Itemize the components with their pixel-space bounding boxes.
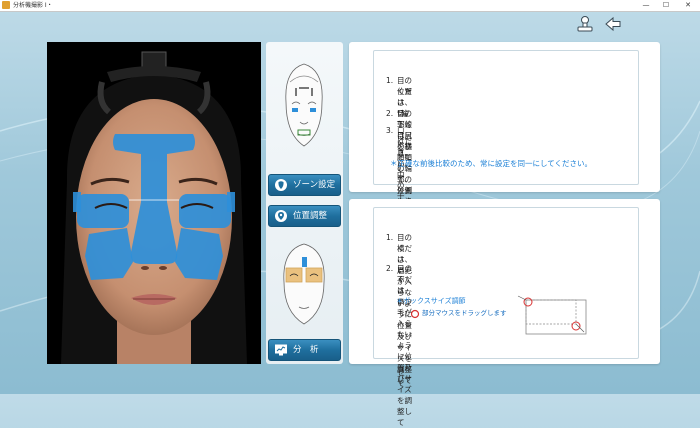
position-instructions-box: 1. 目の横は、眉毛が入らないように位置及びサイズを調整して ください。 2. …	[373, 207, 639, 427]
zone-instructions-card: 1. 目の位置は、目の下と目尻を基順にして、位置を設定して ください。 2. *…	[349, 42, 660, 388]
zone-settings-label: ゾーン設定	[293, 180, 336, 190]
app-icon	[2, 1, 10, 9]
red-circle-icon	[410, 309, 420, 319]
minimize-button[interactable]: —	[636, 0, 656, 11]
box-size-title: ＊ボックスサイズ調節	[396, 297, 466, 305]
monitor-chart-icon	[275, 344, 287, 356]
box-resize-diagram	[517, 295, 587, 335]
position-instructions-card: 1. 目の横は、眉毛が入らないように位置及びサイズを調整して ください。 2. …	[349, 199, 660, 427]
position-adjust-button[interactable]: 位置調整	[268, 205, 341, 227]
maximize-button[interactable]: ☐	[656, 0, 676, 11]
face-outline-icon	[275, 179, 287, 191]
zone-note: ＊正確な前後比較のため、常に設定を同一にしてください。	[390, 159, 593, 168]
analyze-button[interactable]: 分 析	[268, 339, 341, 361]
face-diagram-graphics	[283, 63, 325, 325]
zone-diagram	[285, 63, 323, 147]
stamp-icon[interactable]	[576, 15, 594, 33]
window-title: 分析機撮影 I・	[13, 2, 53, 9]
position-adjust-label: 位置調整	[293, 211, 328, 221]
position-diagram	[283, 243, 325, 325]
face-image	[47, 42, 261, 364]
back-arrow-icon[interactable]	[604, 15, 622, 33]
analyze-label: 分 析	[293, 345, 319, 355]
face-image-panel[interactable]	[47, 42, 261, 364]
zone-instructions-box: 1. 目の位置は、目の下と目尻を基順にして、位置を設定して ください。 2. *…	[373, 50, 639, 388]
side-panel	[266, 42, 343, 364]
location-pin-icon	[275, 210, 287, 222]
close-button[interactable]: ✕	[678, 0, 698, 11]
box-size-sub: 部分マウスをドラッグします	[422, 309, 507, 317]
zone-settings-button[interactable]: ゾーン設定	[268, 174, 341, 196]
